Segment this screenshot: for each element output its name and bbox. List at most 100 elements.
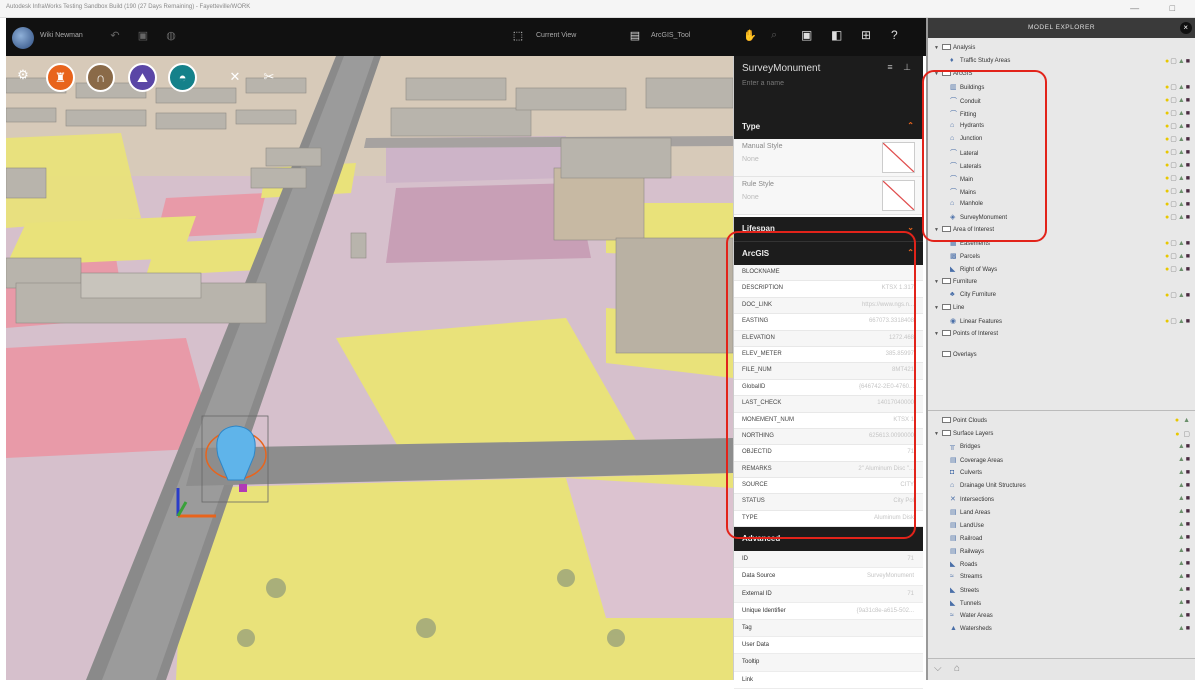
home-icon[interactable]: ⌂ bbox=[954, 663, 960, 674]
advanced-field-row[interactable]: Link bbox=[734, 672, 923, 689]
tree-item[interactable]: ⌂ Junction ●▢▲■ bbox=[928, 135, 1193, 148]
section-lifespan[interactable]: Lifespan ⌄ bbox=[734, 217, 923, 241]
user-avatar[interactable] bbox=[12, 27, 34, 49]
tree-item[interactable]: ▲ Watersheds ▲■ bbox=[928, 625, 1193, 638]
arcgis-field-row[interactable]: LAST_CHECK 14017040000 bbox=[734, 396, 923, 413]
arcgis-field-row[interactable]: OBJECTID 71 bbox=[734, 445, 923, 462]
advanced-field-row[interactable]: ID 71 bbox=[734, 551, 923, 569]
tree-group[interactable]: ▼ Area of Interest bbox=[928, 226, 1193, 239]
arcgis-field-row[interactable]: MONEMENT_NUM KTSX 1 bbox=[734, 413, 923, 429]
tree-item[interactable]: ♣ City Furniture ●▢▲■ bbox=[928, 291, 1193, 304]
layer-toggles[interactable]: ●▢▲■ bbox=[1165, 213, 1191, 221]
layer-toggles[interactable]: ▲■ bbox=[1178, 560, 1191, 567]
tree-item[interactable]: ▦ Easements ●▢▲■ bbox=[928, 239, 1193, 252]
traffic-icon[interactable]: ♜ bbox=[46, 63, 75, 92]
tree-item[interactable]: Point Clouds ● ▲ bbox=[928, 417, 1193, 430]
layer-toggles[interactable]: ▲■ bbox=[1178, 599, 1191, 606]
tree-item[interactable]: ◉ Linear Features ●▢▲■ bbox=[928, 317, 1193, 330]
window-controls[interactable]: — □ bbox=[1130, 3, 1189, 13]
layer-toggles[interactable]: ●▢▲■ bbox=[1165, 239, 1191, 247]
tree-item[interactable]: ⌒ Conduit ●▢▲■ bbox=[928, 96, 1193, 109]
arcgis-field-row[interactable]: ELEV_METER 385.85997 bbox=[734, 347, 923, 364]
layer-toggles[interactable]: ▲■ bbox=[1178, 443, 1191, 450]
layer-toggles[interactable]: ●▢▲■ bbox=[1165, 174, 1191, 182]
arcgis-field-row[interactable]: REMARKS 2" Aluminum Disc "... bbox=[734, 461, 923, 479]
tree-item[interactable]: ◣ Streets ▲■ bbox=[928, 586, 1193, 599]
layer-toggles[interactable]: ▲■ bbox=[1178, 521, 1191, 528]
field-value[interactable]: {646742-2E0-4760... bbox=[859, 384, 914, 390]
layer-toggles[interactable]: ●▢▲■ bbox=[1165, 109, 1191, 117]
advanced-field-row[interactable]: Data Source SurveyMonument bbox=[734, 568, 923, 586]
panel-menu-icon[interactable]: ≡ ⊥ bbox=[887, 62, 915, 73]
undo-icon[interactable]: ↶ bbox=[108, 29, 122, 43]
tree-group[interactable]: ▼ Surface Layers ● ▢ bbox=[928, 430, 1193, 443]
expand-icon[interactable]: ▼ bbox=[934, 305, 942, 311]
cursor-icon[interactable]: ✋ bbox=[743, 29, 757, 42]
manual-style-swatch[interactable] bbox=[882, 142, 915, 173]
tree-item[interactable]: ◣ Tunnels ▲■ bbox=[928, 599, 1193, 612]
section-arcgis[interactable]: ArcGIS ⌃ bbox=[734, 241, 923, 265]
arcgis-tool-label[interactable]: ArcGIS_Tool bbox=[651, 32, 690, 39]
advanced-field-row[interactable]: External ID 71 bbox=[734, 585, 923, 603]
field-value[interactable]: Aluminum Disk bbox=[874, 515, 914, 521]
manual-style-row[interactable]: Manual Style None bbox=[734, 139, 923, 177]
rule-style-row[interactable]: Rule Style None bbox=[734, 177, 923, 215]
tree-item[interactable]: ▤ Railways ▲■ bbox=[928, 547, 1193, 560]
save-icon[interactable]: ▣ bbox=[136, 29, 150, 43]
field-value[interactable]: 2" Aluminum Disc "... bbox=[858, 466, 914, 472]
arcgis-field-row[interactable]: NORTHING 625613.0090000 bbox=[734, 428, 923, 446]
tree-item[interactable]: ▥ Buildings ●▢▲■ bbox=[928, 83, 1193, 96]
arcgis-field-row[interactable]: TYPE Aluminum Disk bbox=[734, 511, 923, 528]
arcgis-field-row[interactable]: STATUS City Pol bbox=[734, 494, 923, 511]
expand-icon[interactable]: ▼ bbox=[934, 331, 942, 337]
layer-toggles[interactable]: ●▢▲■ bbox=[1165, 122, 1191, 130]
arcgis-field-row[interactable]: SOURCE CITY bbox=[734, 478, 923, 495]
terrain-icon[interactable]: ⛰ bbox=[128, 63, 157, 92]
arcgis-field-row[interactable]: FILE_NUM 8MT421 bbox=[734, 363, 923, 380]
layer-toggles[interactable]: ▲■ bbox=[1178, 508, 1191, 515]
layer-toggles[interactable]: ●▢▲■ bbox=[1165, 135, 1191, 143]
tree-item[interactable]: ≈ Water Areas ▲■ bbox=[928, 612, 1193, 625]
expand-icon[interactable]: ▼ bbox=[934, 71, 942, 77]
advanced-field-row[interactable]: User Data bbox=[734, 637, 923, 655]
expand-icon[interactable]: ▼ bbox=[934, 227, 942, 233]
layer-toggles[interactable]: ●▢▲■ bbox=[1165, 200, 1191, 208]
arcgis-field-row[interactable]: DOC_LINK https://www.ngs.n... bbox=[734, 297, 923, 315]
field-value[interactable]: 71 bbox=[907, 556, 914, 562]
field-value[interactable]: KTSX 1.317 bbox=[882, 285, 914, 291]
layer-toggles[interactable]: ▲■ bbox=[1178, 534, 1191, 541]
tree-item[interactable]: ▩ Parcels ●▢▲■ bbox=[928, 252, 1193, 265]
field-value[interactable]: {9a31c8e-a615-502... bbox=[857, 608, 914, 614]
tree-item[interactable]: ▤ Coverage Areas ▲■ bbox=[928, 456, 1193, 469]
section-type[interactable]: Type ⌃ bbox=[734, 115, 923, 139]
arcgis-field-row[interactable]: EASTING 667073.3318408 bbox=[734, 314, 923, 331]
layer-toggles[interactable]: ▲■ bbox=[1178, 573, 1191, 580]
section-advanced[interactable]: Advanced bbox=[734, 527, 923, 552]
name-input[interactable]: Enter a name bbox=[742, 80, 915, 87]
tools-icon[interactable]: ✂ bbox=[260, 68, 278, 86]
tree-item[interactable]: ▤ Railroad ▲■ bbox=[928, 534, 1193, 547]
tree-item[interactable]: ▤ Land Areas ▲■ bbox=[928, 508, 1193, 521]
tree-item[interactable]: ⌂ Manhole ●▢▲■ bbox=[928, 200, 1193, 213]
layer-toggles[interactable]: ▲■ bbox=[1178, 586, 1191, 593]
tree-item[interactable]: ≈ Streams ▲■ bbox=[928, 573, 1193, 586]
advanced-field-row[interactable]: Tag bbox=[734, 620, 923, 638]
field-value[interactable]: 385.85997 bbox=[886, 351, 914, 357]
help-icon[interactable]: ? bbox=[891, 28, 898, 42]
properties-icon[interactable]: ▣ bbox=[801, 28, 812, 42]
tree-item[interactable]: ✕ Intersections ▲■ bbox=[928, 495, 1193, 508]
tree-item[interactable]: ⌒ Laterals ●▢▲■ bbox=[928, 161, 1193, 174]
layer-toggles[interactable]: ●▢▲■ bbox=[1165, 317, 1191, 325]
layer-toggles[interactable]: ●▢▲■ bbox=[1165, 96, 1191, 104]
layer-toggles[interactable]: ●▢▲■ bbox=[1165, 148, 1191, 156]
layer-toggles[interactable]: ●▢▲■ bbox=[1165, 252, 1191, 260]
bridge-icon[interactable]: ∩ bbox=[86, 63, 115, 92]
layer-toggles[interactable]: ●▢▲■ bbox=[1165, 265, 1191, 273]
tree-item[interactable]: ◈ SurveyMonument ●▢▲■ bbox=[928, 213, 1193, 226]
field-value[interactable]: 667073.3318408 bbox=[869, 318, 914, 324]
expand-icon[interactable]: ▼ bbox=[934, 279, 942, 285]
search-icon[interactable]: ⌕ bbox=[771, 29, 777, 42]
wrench-icon[interactable]: ✕ bbox=[226, 68, 244, 86]
current-view-label[interactable]: Current View bbox=[536, 32, 576, 39]
advanced-field-row[interactable]: Unique Identifier {9a31c8e-a615-502... bbox=[734, 603, 923, 620]
